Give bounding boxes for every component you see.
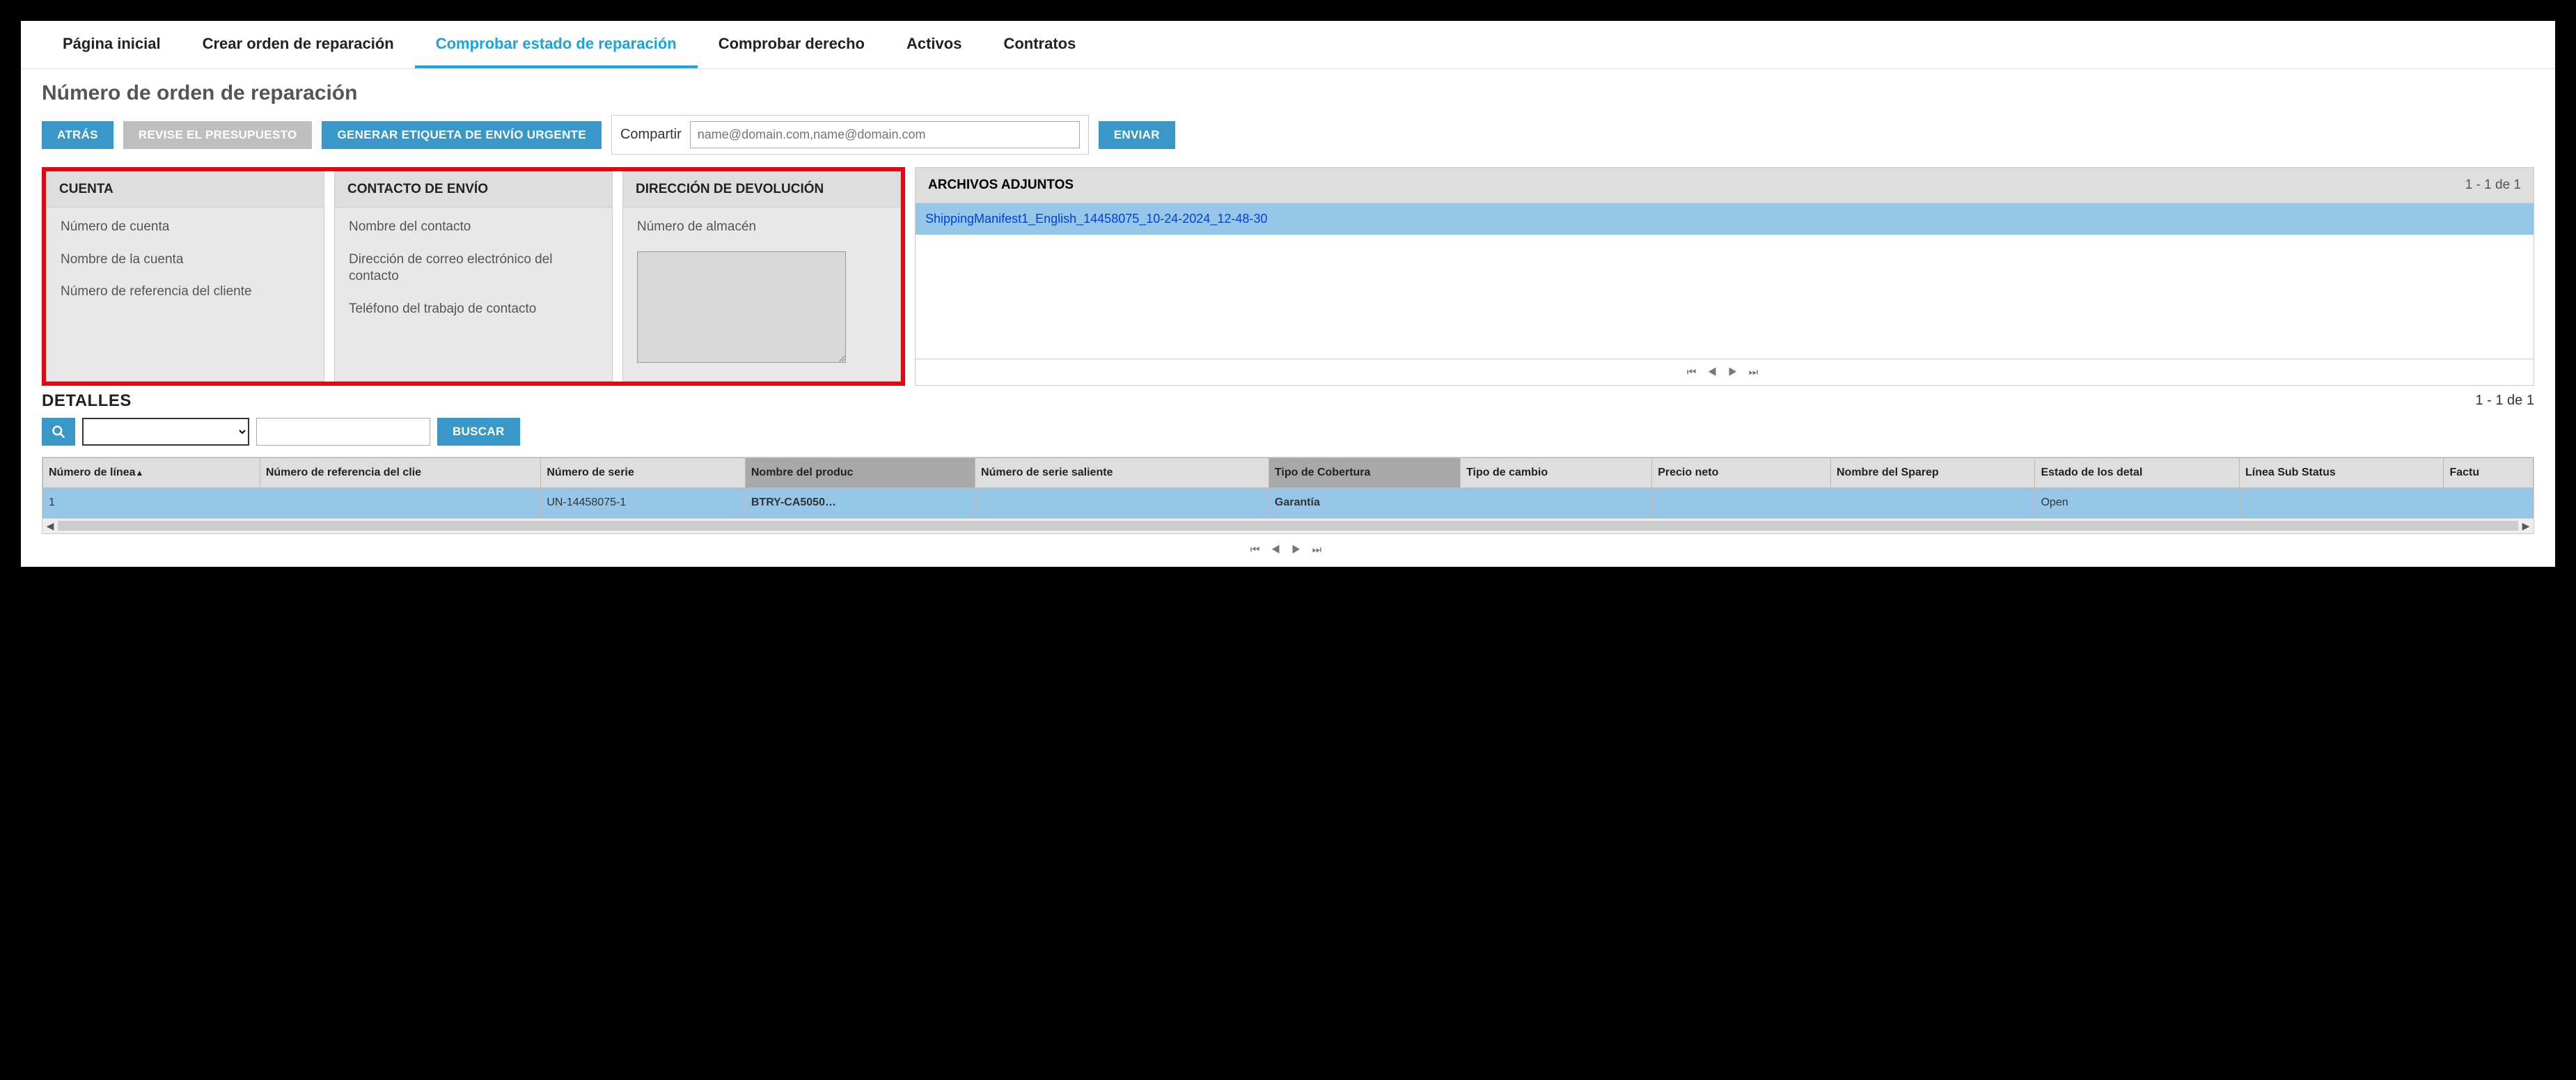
cell-invoice — [2444, 487, 2534, 517]
cell-serial: UN-14458075-1 — [541, 487, 745, 517]
search-row: BUSCAR — [21, 415, 2555, 457]
details-title: DETALLES — [42, 391, 132, 411]
cell-cust-ref — [260, 487, 541, 517]
search-icon — [52, 425, 65, 439]
cell-line-no: 1 — [43, 487, 260, 517]
sort-asc-icon: ▲ — [135, 468, 143, 478]
search-icon-button[interactable] — [42, 418, 75, 446]
return-address-textarea[interactable] — [637, 251, 846, 363]
pager-next-icon[interactable]: ▶ — [1291, 544, 1305, 556]
card-contact: CONTACTO DE ENVÍO Nombre del contacto Di… — [334, 171, 613, 382]
share-label: Compartir — [620, 127, 682, 143]
pager-first-icon[interactable]: ⏮ — [1687, 366, 1701, 378]
table-row[interactable]: 1 UN-14458075-1 BTRY-CA5050… Garantía Op… — [43, 487, 2534, 517]
account-name-label: Nombre de la cuenta — [61, 251, 310, 269]
details-table: Número de línea▲ Número de referencia de… — [42, 457, 2534, 518]
generate-label-button[interactable]: GENERAR ETIQUETA DE ENVÍO URGENTE — [322, 121, 602, 149]
cell-net-price — [1652, 487, 1831, 517]
card-return-address: DIRECCIÓN DE DEVOLUCIÓN Número de almacé… — [622, 171, 901, 382]
cards-row: CUENTA Número de cuenta Nombre de la cue… — [21, 167, 2555, 386]
col-sparep[interactable]: Nombre del Sparep — [1831, 457, 2035, 487]
contact-name-label: Nombre del contacto — [349, 219, 598, 236]
account-number-label: Número de cuenta — [61, 219, 310, 236]
col-sub-status[interactable]: Línea Sub Status — [2239, 457, 2443, 487]
card-account: CUENTA Número de cuenta Nombre de la cue… — [46, 171, 324, 382]
col-out-serial[interactable]: Número de serie saliente — [975, 457, 1269, 487]
cell-coverage: Garantía — [1269, 487, 1460, 517]
col-net-price[interactable]: Precio neto — [1652, 457, 1831, 487]
tab-contracts[interactable]: Contratos — [982, 21, 1097, 68]
tab-home[interactable]: Página inicial — [42, 21, 182, 68]
col-serial[interactable]: Número de serie — [541, 457, 745, 487]
table-header-row: Número de línea▲ Número de referencia de… — [43, 457, 2534, 487]
col-invoice[interactable]: Factu — [2444, 457, 2534, 487]
scroll-left-icon[interactable]: ◀ — [42, 520, 58, 532]
pager-last-icon[interactable]: ⏭ — [1749, 366, 1763, 378]
customer-ref-label: Número de referencia del cliente — [61, 283, 310, 301]
pager-prev-icon[interactable]: ◀ — [1708, 366, 1721, 378]
send-button[interactable]: ENVIAR — [1099, 121, 1175, 149]
details-count: 1 - 1 de 1 — [2475, 393, 2534, 409]
card-return-title: DIRECCIÓN DE DEVOLUCIÓN — [623, 172, 900, 208]
card-account-title: CUENTA — [47, 172, 324, 208]
pager-prev-icon[interactable]: ◀ — [1271, 544, 1285, 556]
warehouse-number-label: Número de almacén — [637, 219, 886, 236]
search-field-select[interactable] — [82, 418, 249, 446]
attachments-panel: ARCHIVOS ADJUNTOS 1 - 1 de 1 ShippingMan… — [915, 167, 2534, 386]
cell-sub-status — [2239, 487, 2443, 517]
tab-bar: Página inicial Crear orden de reparación… — [21, 21, 2555, 69]
attachments-count: 1 - 1 de 1 — [2465, 178, 2521, 193]
card-contact-title: CONTACTO DE ENVÍO — [335, 172, 612, 208]
tab-assets[interactable]: Activos — [886, 21, 982, 68]
share-box: Compartir — [611, 115, 1089, 155]
cell-out-serial — [975, 487, 1269, 517]
col-exchange[interactable]: Tipo de cambio — [1461, 457, 1652, 487]
contact-phone-label: Teléfono del trabajo de contacto — [349, 301, 598, 318]
tab-check-status[interactable]: Comprobar estado de reparación — [415, 21, 698, 68]
share-email-input[interactable] — [690, 121, 1080, 148]
search-button[interactable]: BUSCAR — [437, 418, 520, 446]
col-status[interactable]: Estado de los detal — [2035, 457, 2239, 487]
col-line-no[interactable]: Número de línea▲ — [43, 457, 260, 487]
table-horizontal-scrollbar[interactable]: ◀ ▶ — [42, 518, 2534, 533]
pager-first-icon[interactable]: ⏮ — [1250, 544, 1264, 556]
attachments-title: ARCHIVOS ADJUNTOS — [928, 178, 1074, 193]
tab-create-order[interactable]: Crear orden de reparación — [182, 21, 415, 68]
scroll-right-icon[interactable]: ▶ — [2518, 520, 2534, 532]
highlighted-card-group: CUENTA Número de cuenta Nombre de la cue… — [42, 167, 905, 386]
page-title: Número de orden de reparación — [21, 69, 2555, 115]
col-coverage[interactable]: Tipo de Cobertura — [1269, 457, 1460, 487]
attachments-pager[interactable]: ⏮ ◀ ▶ ⏭ — [915, 359, 2534, 386]
tab-check-entitlement[interactable]: Comprobar derecho — [698, 21, 886, 68]
search-value-input[interactable] — [256, 418, 430, 446]
scroll-track[interactable] — [58, 521, 2518, 531]
details-table-wrap: Número de línea▲ Número de referencia de… — [42, 457, 2534, 534]
action-row: ATRÁS REVISE EL PRESUPUESTO GENERAR ETIQ… — [21, 115, 2555, 167]
cell-sparep — [1831, 487, 2035, 517]
review-quote-button: REVISE EL PRESUPUESTO — [123, 121, 313, 149]
col-product[interactable]: Nombre del produc — [745, 457, 975, 487]
cell-exchange — [1461, 487, 1652, 517]
details-pager[interactable]: ⏮ ◀ ▶ ⏭ — [21, 534, 2555, 567]
back-button[interactable]: ATRÁS — [42, 121, 113, 149]
attachment-link[interactable]: ShippingManifest1_English_14458075_10-24… — [916, 203, 2534, 235]
contact-email-label: Dirección de correo electrónico del cont… — [349, 251, 598, 285]
cell-product: BTRY-CA5050… — [745, 487, 975, 517]
pager-last-icon[interactable]: ⏭ — [1312, 544, 1326, 556]
pager-next-icon[interactable]: ▶ — [1728, 366, 1741, 378]
cell-status: Open — [2035, 487, 2239, 517]
col-cust-ref[interactable]: Número de referencia del clie — [260, 457, 541, 487]
